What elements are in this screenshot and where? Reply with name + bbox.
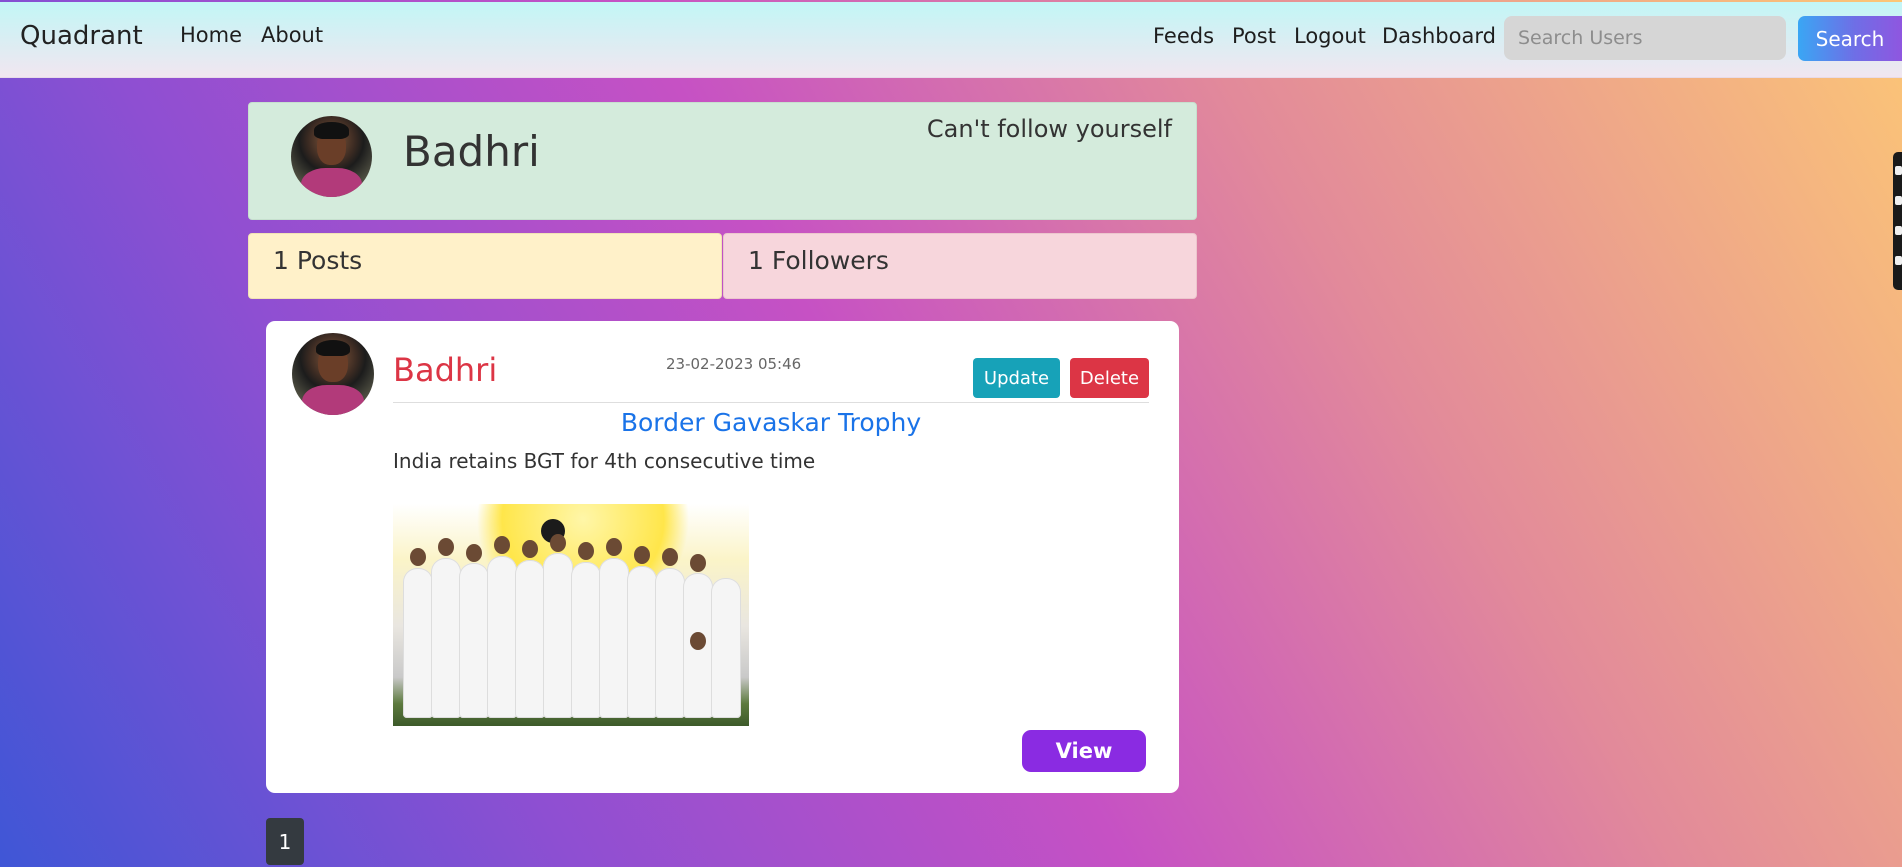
profile-avatar [291, 116, 372, 197]
search-users-input[interactable] [1504, 16, 1786, 60]
pagination-page-1[interactable]: 1 [266, 818, 304, 865]
post-card: Badhri 23-02-2023 05:46 Update Delete Bo… [266, 321, 1179, 793]
post-image [393, 504, 749, 726]
nav-link-post[interactable]: Post [1232, 24, 1276, 48]
nav-link-feeds[interactable]: Feeds [1153, 24, 1214, 48]
nav-link-about[interactable]: About [261, 23, 323, 47]
extension-sidebar-tab[interactable] [1893, 152, 1902, 290]
view-post-button[interactable]: View [1022, 730, 1146, 772]
post-timestamp: 23-02-2023 05:46 [666, 355, 802, 373]
nav-link-home[interactable]: Home [180, 23, 242, 47]
posts-count-stat: 1 Posts [248, 233, 722, 299]
nav-link-logout[interactable]: Logout [1294, 24, 1366, 48]
profile-header: Badhri Can't follow yourself [248, 102, 1197, 220]
update-post-button[interactable]: Update [973, 358, 1060, 398]
post-divider [393, 402, 1149, 403]
post-title-link[interactable]: Border Gavaskar Trophy [393, 408, 1149, 437]
nav-link-dashboard[interactable]: Dashboard [1382, 24, 1496, 48]
follow-status-note: Can't follow yourself [926, 115, 1172, 143]
post-body-text: India retains BGT for 4th consecutive ti… [393, 449, 816, 473]
post-author-avatar [292, 333, 374, 415]
search-button[interactable]: Search [1798, 16, 1902, 61]
post-author-name: Badhri [393, 351, 498, 389]
navbar: Quadrant Home About Feeds Post Logout Da… [0, 2, 1902, 78]
delete-post-button[interactable]: Delete [1070, 358, 1149, 398]
profile-name: Badhri [403, 127, 540, 176]
brand-link[interactable]: Quadrant [20, 21, 143, 51]
followers-count-stat: 1 Followers [723, 233, 1197, 299]
